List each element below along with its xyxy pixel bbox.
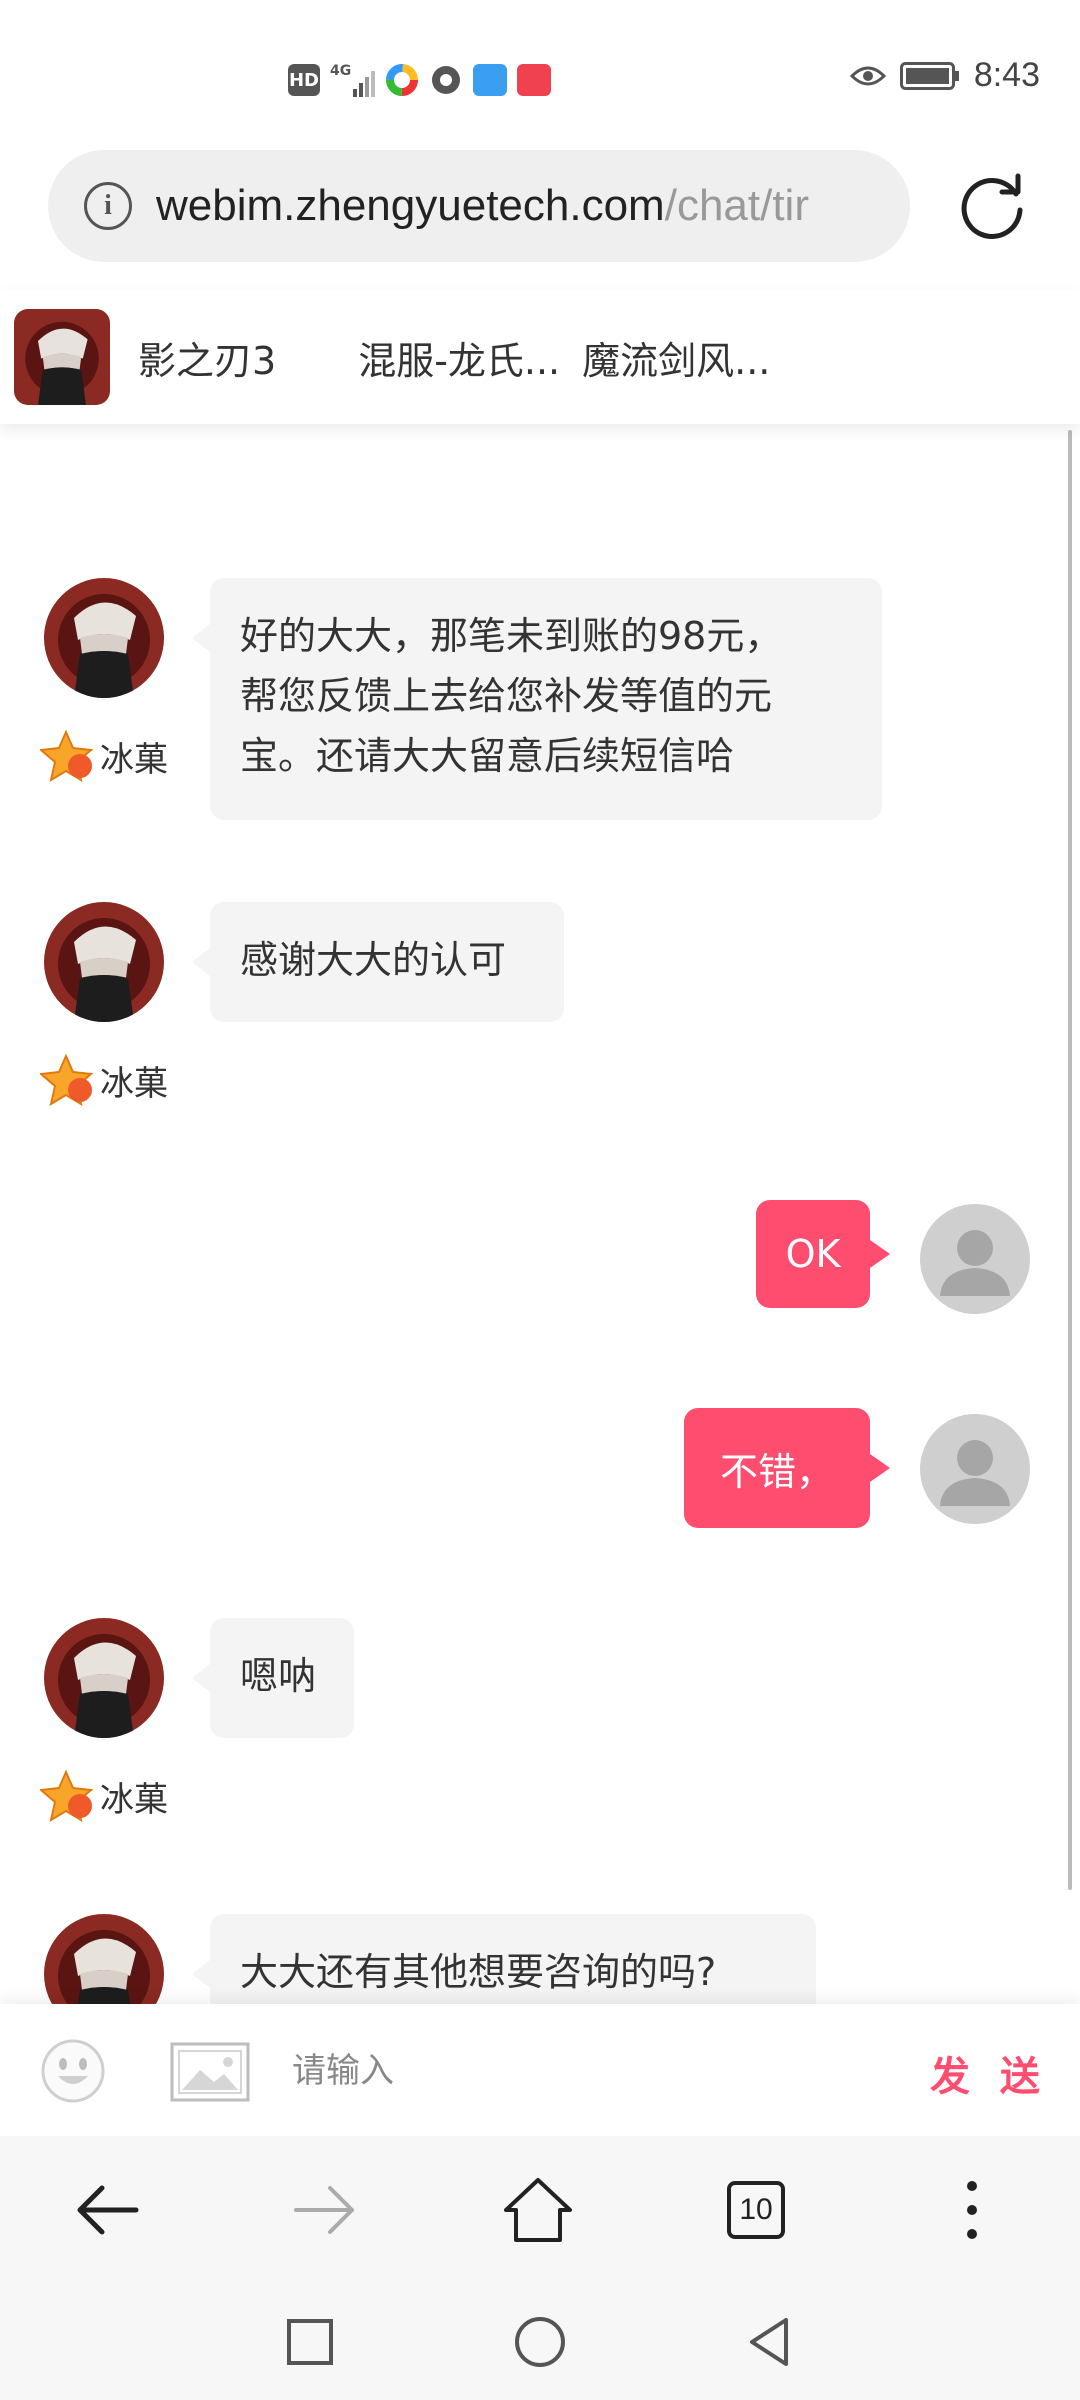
forward-arrow-icon	[294, 2186, 354, 2234]
emoji-icon[interactable]	[40, 2038, 106, 2104]
url-path: /chat/tir	[664, 181, 809, 230]
agent-avatar[interactable]	[44, 902, 164, 1022]
agent-avatar-image	[44, 578, 164, 698]
back-button[interactable]	[72, 2174, 144, 2246]
agent-avatar-image	[44, 1914, 164, 2004]
more-menu-button[interactable]	[936, 2174, 1008, 2246]
outgoing-bubble: 不错，	[684, 1408, 890, 1528]
tab-game-2[interactable]: 混服-龙氏...	[358, 330, 560, 385]
agent-name: 冰菓	[100, 1063, 168, 1104]
clock: 8:43	[973, 56, 1040, 94]
game-avatar[interactable]	[14, 309, 110, 405]
huawei-store-icon	[517, 64, 552, 96]
message-line: 大大还有其他想要咨询的吗?	[240, 1950, 717, 1994]
agent-avatar-image	[44, 1618, 164, 1738]
browser-toolbar: 10	[0, 2136, 1080, 2284]
agent-name-tag: 冰菓	[40, 1054, 168, 1106]
tab-game-3[interactable]: 魔流剑风...	[582, 330, 770, 385]
network-type-label: 4G	[330, 63, 352, 79]
app-color-ring-icon	[386, 64, 419, 96]
message-text: OK	[785, 1232, 841, 1276]
tabs-button[interactable]: 10	[720, 2174, 792, 2246]
incoming-bubble: 感谢大大的认可	[192, 902, 564, 1022]
system-navigation-bar	[0, 2284, 1080, 2400]
chat-area[interactable]: 冰菓 好的大大，那笔未到账的98元， 帮您反馈上去给您补发等值的元 宝。还请大大…	[0, 300, 1080, 2004]
status-bar: HD 4G 8:43	[0, 0, 1080, 150]
status-right: 8:43	[849, 56, 1040, 95]
incoming-bubble: 嗯呐	[192, 1618, 354, 1738]
home-icon	[504, 2178, 572, 2242]
hd-icon: HD	[288, 64, 320, 96]
agent-avatar[interactable]	[44, 1914, 164, 2004]
forward-button[interactable]	[288, 2174, 360, 2246]
tab-count-badge: 10	[727, 2181, 785, 2239]
notification-icons: HD 4G	[288, 60, 552, 100]
message-input-bar: 发 送	[0, 2004, 1080, 2136]
home-circle-icon[interactable]	[510, 2312, 570, 2372]
my-avatar	[920, 1204, 1030, 1314]
agent-name: 冰菓	[100, 739, 168, 780]
image-icon[interactable]	[170, 2042, 250, 2102]
url-host: webim.zhengyuetech.com	[156, 181, 665, 230]
message-line: 宝。还请大大留意后续短信哈	[240, 734, 735, 778]
hd-label: HD	[288, 69, 319, 91]
more-vertical-icon	[967, 2181, 977, 2239]
message-line: 嗯呐	[240, 1654, 317, 1698]
message-line: 好的大大，那笔未到账的98元，	[240, 614, 783, 658]
message-line: 感谢大大的认可	[240, 938, 507, 982]
recents-square-icon[interactable]	[280, 2312, 340, 2372]
agent-name-tag: 冰菓	[40, 730, 168, 782]
outgoing-bubble: OK	[756, 1200, 890, 1308]
agent-avatar[interactable]	[44, 1618, 164, 1738]
star-badge-icon	[40, 730, 94, 782]
game-avatar-image	[14, 309, 110, 405]
eye-comfort-icon	[849, 66, 886, 85]
battery-icon	[899, 61, 959, 90]
agent-name-tag: 冰菓	[40, 1770, 168, 1822]
agent-avatar-image	[44, 902, 164, 1022]
my-avatar	[920, 1414, 1030, 1524]
star-badge-icon	[40, 1770, 94, 1822]
incoming-bubble: 大大还有其他想要咨询的吗?	[192, 1914, 816, 2004]
app-aperture-icon	[432, 66, 461, 94]
send-button[interactable]: 发 送	[930, 2044, 1048, 2102]
reload-icon[interactable]	[958, 170, 1030, 242]
address-bar[interactable]: i webim.zhengyuetech.com/chat/tir	[48, 150, 910, 262]
message-line: 帮您反馈上去给您补发等值的元	[240, 674, 773, 718]
home-button[interactable]	[502, 2174, 574, 2246]
chat-scrollbar[interactable]	[1068, 430, 1072, 1890]
incoming-bubble: 好的大大，那笔未到账的98元， 帮您反馈上去给您补发等值的元 宝。还请大大留意后…	[192, 578, 882, 820]
site-info-glyph: i	[104, 190, 112, 221]
tab-count: 10	[739, 2193, 773, 2226]
agent-avatar[interactable]	[44, 578, 164, 698]
conversation-tab-bar: 影之刃3 混服-龙氏... 魔流剑风...	[0, 290, 1080, 424]
signal-icon: 4G	[330, 63, 376, 97]
wallet-icon	[473, 64, 508, 96]
site-info-icon[interactable]: i	[84, 182, 132, 230]
url-text[interactable]: webim.zhengyuetech.com/chat/tir	[156, 181, 809, 231]
star-badge-icon	[40, 1054, 94, 1106]
person-silhouette-icon	[940, 1230, 1010, 1296]
tab-game-1[interactable]: 影之刃3	[138, 330, 276, 385]
agent-name: 冰菓	[100, 1779, 168, 1820]
back-arrow-icon	[77, 2185, 139, 2235]
back-triangle-icon[interactable]	[740, 2312, 800, 2372]
person-silhouette-icon	[940, 1440, 1010, 1506]
message-text: 不错，	[719, 1449, 834, 1494]
message-input[interactable]	[290, 2030, 854, 2112]
